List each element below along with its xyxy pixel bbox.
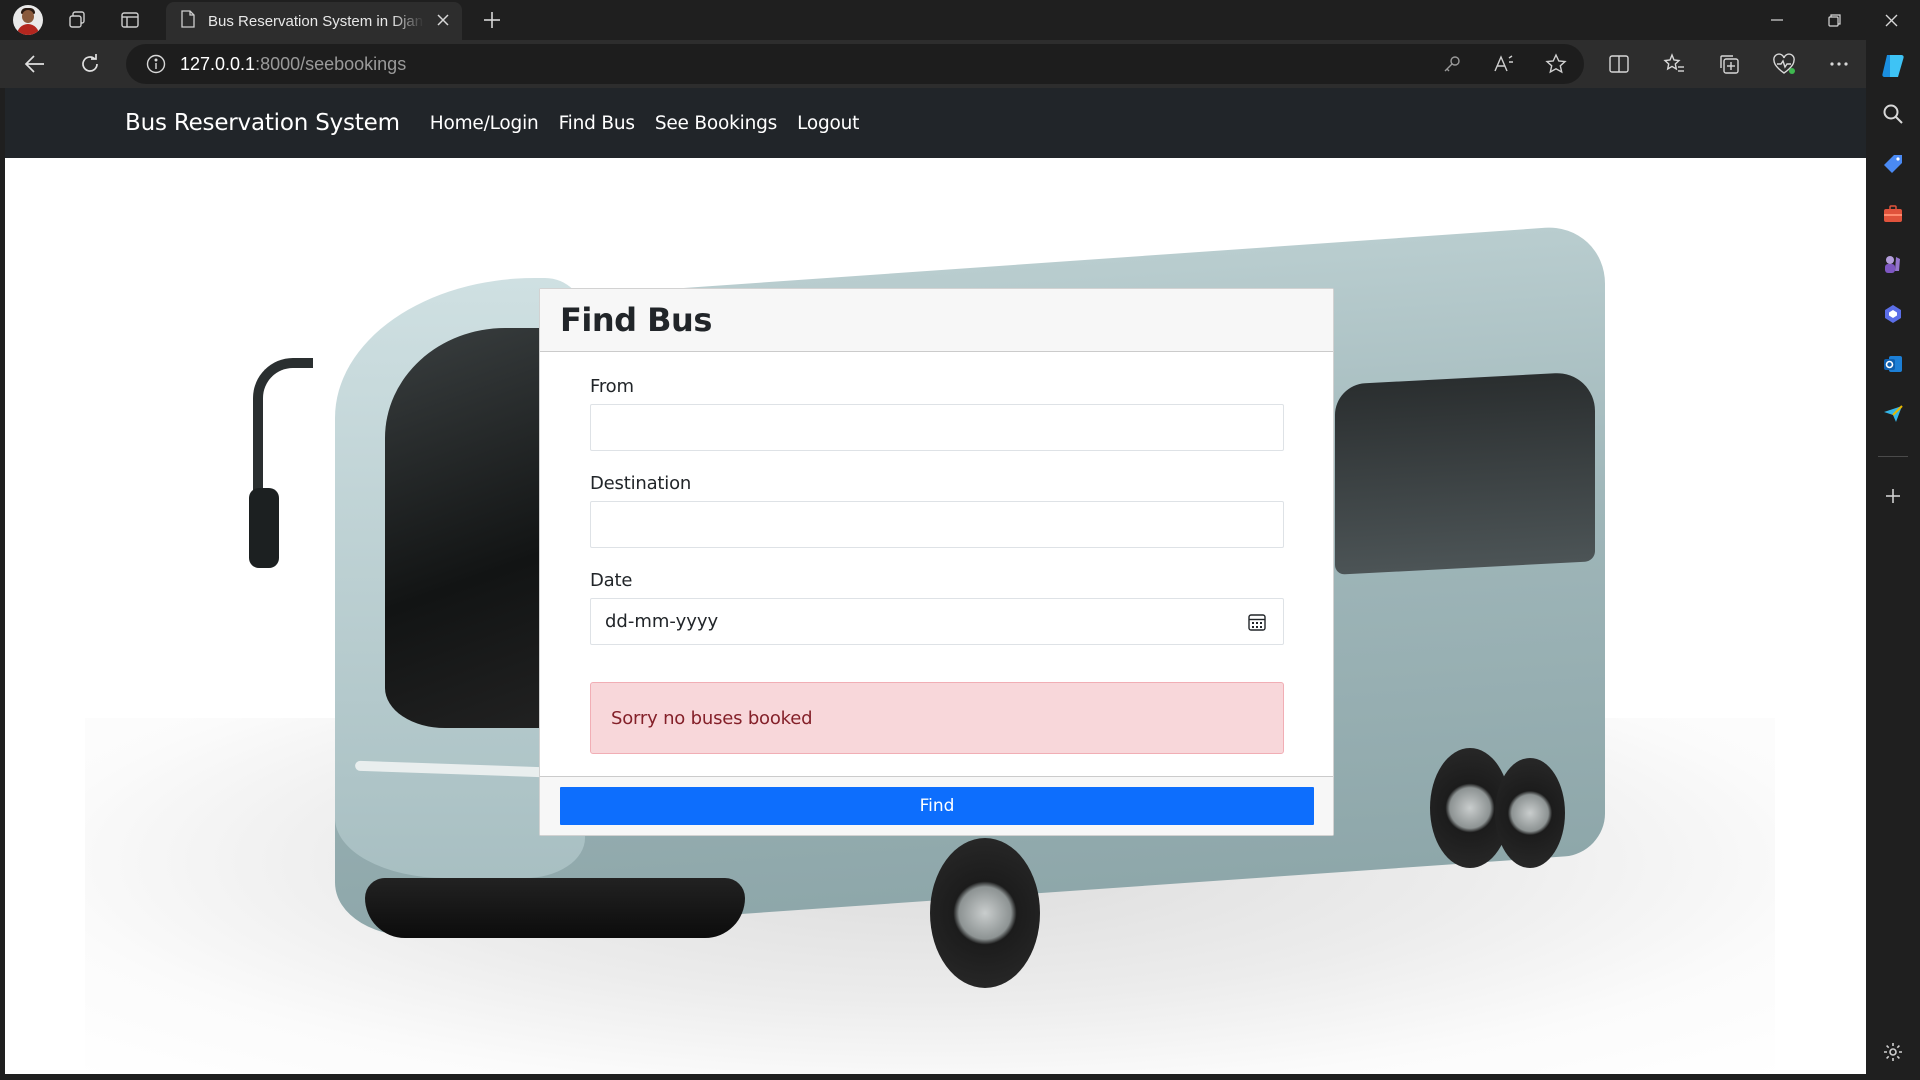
page-viewport: Bus Reservation System Home/Login Find B… xyxy=(5,88,1866,1074)
browser-toolbar: 127.0.0.1:8000/seebookings xyxy=(0,40,1920,88)
address-bar[interactable]: 127.0.0.1:8000/seebookings xyxy=(126,44,1584,84)
card-header: Find Bus xyxy=(540,289,1333,352)
more-menu-icon[interactable] xyxy=(1825,50,1853,78)
avatar-head xyxy=(22,10,34,23)
nav-link-see-bookings[interactable]: See Bookings xyxy=(655,113,777,134)
site-info-icon[interactable] xyxy=(146,54,166,74)
date-input[interactable]: dd-mm-yyyy xyxy=(590,598,1284,645)
from-input[interactable] xyxy=(590,404,1284,451)
bus-mirror xyxy=(249,488,279,568)
close-window-button[interactable] xyxy=(1862,0,1920,40)
restore-button[interactable] xyxy=(1805,0,1863,40)
find-button[interactable]: Find xyxy=(560,787,1314,825)
shopping-tag-icon[interactable] xyxy=(1879,150,1907,178)
refresh-button[interactable] xyxy=(76,50,104,78)
bus-front-wheel xyxy=(930,838,1040,988)
read-aloud-icon[interactable] xyxy=(1492,52,1516,76)
no-bookings-alert: Sorry no buses booked xyxy=(590,682,1284,754)
bus-grille xyxy=(365,878,745,938)
bus-side-windows xyxy=(1335,371,1595,575)
window-bottom-border xyxy=(0,1074,1866,1080)
collections-icon[interactable] xyxy=(1715,50,1743,78)
site-navbar: Bus Reservation System Home/Login Find B… xyxy=(5,88,1866,158)
site-brand[interactable]: Bus Reservation System xyxy=(125,110,400,136)
destination-input[interactable] xyxy=(590,501,1284,548)
date-placeholder: dd-mm-yyyy xyxy=(605,611,719,632)
split-screen-icon[interactable] xyxy=(1605,50,1633,78)
workspaces-icon[interactable] xyxy=(64,7,90,33)
vertical-tabs-icon[interactable] xyxy=(117,7,143,33)
bus-background-image: Find Bus From Destination Date dd-mm-yyy… xyxy=(5,158,1866,1074)
sidebar-settings-gear-icon[interactable] xyxy=(1879,1038,1907,1066)
favorites-icon[interactable] xyxy=(1660,50,1688,78)
card-title: Find Bus xyxy=(560,301,712,339)
profile-avatar[interactable] xyxy=(13,5,43,35)
destination-label: Destination xyxy=(590,473,692,494)
site-nav-links: Home/Login Find Bus See Bookings Logout xyxy=(430,113,879,134)
add-sidebar-app-icon[interactable] xyxy=(1879,482,1907,510)
sidebar-divider xyxy=(1878,456,1908,457)
bus-rear-wheel-2 xyxy=(1495,758,1565,868)
url-text: 127.0.0.1:8000/seebookings xyxy=(180,54,406,75)
card-footer: Find xyxy=(540,776,1333,835)
tab-title: Bus Reservation System in Django xyxy=(208,12,424,30)
key-icon[interactable] xyxy=(1440,52,1464,76)
outlook-icon[interactable] xyxy=(1879,350,1907,378)
search-icon[interactable] xyxy=(1879,100,1907,128)
tools-briefcase-icon[interactable] xyxy=(1879,200,1907,228)
nav-link-logout[interactable]: Logout xyxy=(797,113,859,134)
from-label: From xyxy=(590,376,634,397)
games-icon[interactable] xyxy=(1879,250,1907,278)
new-tab-button[interactable] xyxy=(478,6,506,34)
nav-link-home-login[interactable]: Home/Login xyxy=(430,113,539,134)
copilot-icon[interactable] xyxy=(1877,50,1909,82)
minimize-button[interactable] xyxy=(1748,0,1806,40)
find-bus-card: Find Bus From Destination Date dd-mm-yyy… xyxy=(539,288,1334,836)
microsoft-365-icon[interactable] xyxy=(1879,300,1907,328)
date-label: Date xyxy=(590,570,633,591)
page-icon xyxy=(180,10,196,32)
browser-essentials-icon[interactable] xyxy=(1770,50,1798,78)
calendar-icon[interactable] xyxy=(1247,612,1267,632)
browser-titlebar: Bus Reservation System in Django xyxy=(0,0,1920,40)
close-tab-icon[interactable] xyxy=(436,12,450,31)
alert-message: Sorry no buses booked xyxy=(611,707,813,729)
avatar-body xyxy=(17,24,39,35)
back-button[interactable] xyxy=(21,50,49,78)
edge-sidebar xyxy=(1866,40,1920,1080)
url-path: :8000/seebookings xyxy=(255,53,407,74)
browser-tab-active[interactable]: Bus Reservation System in Django xyxy=(166,2,462,40)
url-host: 127.0.0.1 xyxy=(180,53,256,74)
nav-link-find-bus[interactable]: Find Bus xyxy=(559,113,635,134)
favorite-star-icon[interactable] xyxy=(1544,52,1568,76)
drop-send-icon[interactable] xyxy=(1879,400,1907,428)
